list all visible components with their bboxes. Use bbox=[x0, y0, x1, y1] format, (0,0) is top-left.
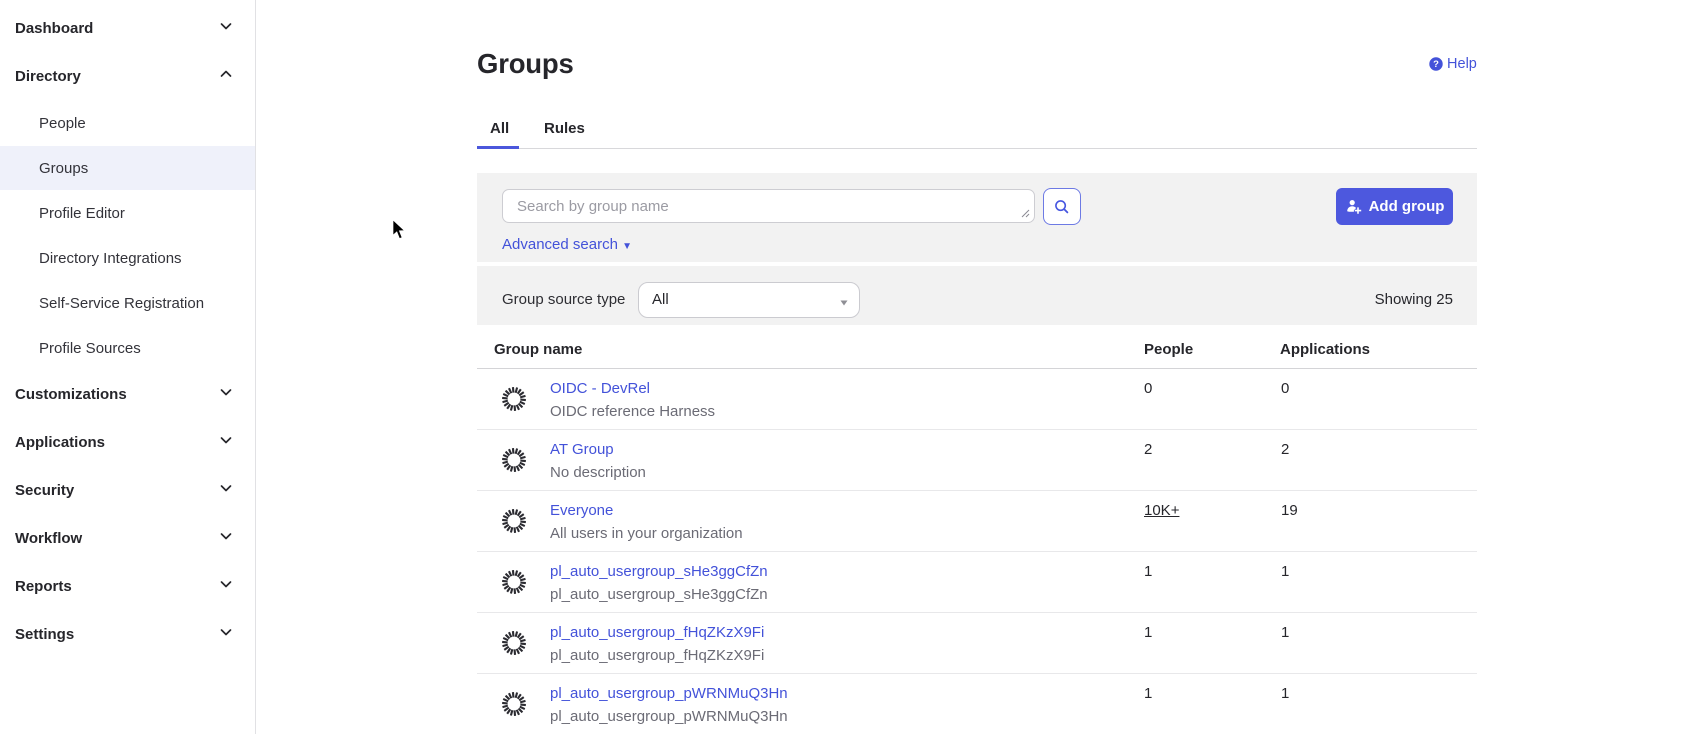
svg-text:?: ? bbox=[1433, 59, 1439, 70]
